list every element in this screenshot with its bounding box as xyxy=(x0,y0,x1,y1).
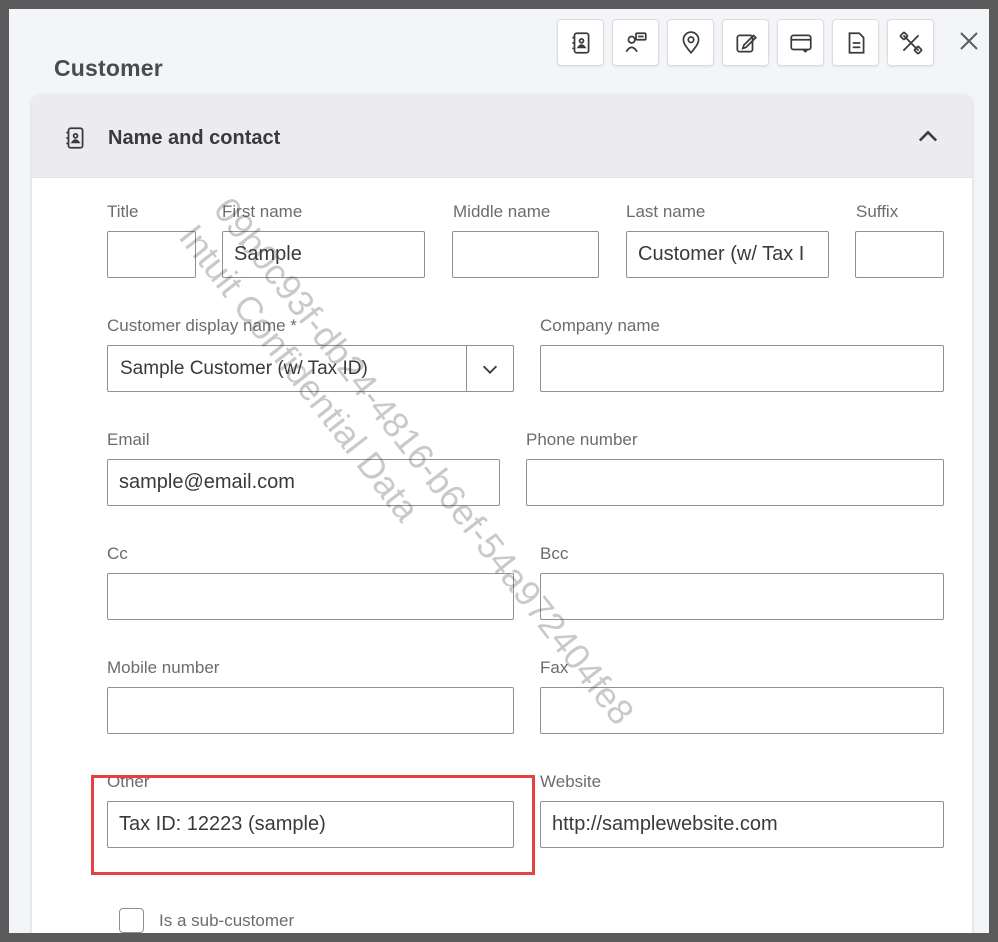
company-name-input[interactable] xyxy=(540,345,944,392)
mobile-number-input[interactable] xyxy=(107,687,514,734)
email-input[interactable] xyxy=(107,459,500,506)
tools-button[interactable] xyxy=(887,19,934,66)
section-header[interactable]: Name and contact xyxy=(32,95,972,178)
chevron-up-icon[interactable] xyxy=(914,123,942,151)
person-chat-button[interactable] xyxy=(612,19,659,66)
cc-label: Cc xyxy=(107,544,128,563)
display-name-value: Sample Customer (w/ Tax ID) xyxy=(120,358,368,379)
page-title: Customer xyxy=(54,55,163,81)
last-name-input[interactable] xyxy=(626,231,829,278)
phone-number-label: Phone number xyxy=(526,430,638,449)
panel-toolbar xyxy=(557,19,942,66)
company-name-label: Company name xyxy=(540,316,661,335)
contact-card-icon xyxy=(66,127,84,149)
phone-number-input[interactable] xyxy=(526,459,944,506)
document-icon xyxy=(848,31,864,54)
display-name-label: Customer display name * xyxy=(107,316,297,335)
first-name-label: First name xyxy=(222,202,303,221)
title-input[interactable] xyxy=(107,231,196,278)
bcc-label: Bcc xyxy=(540,544,569,563)
section-title: Name and contact xyxy=(108,127,281,149)
contact-card-button[interactable] xyxy=(557,19,604,66)
contact-card-icon xyxy=(571,31,589,54)
location-button[interactable] xyxy=(667,19,714,66)
title-label: Title xyxy=(107,202,139,221)
customer-panel: Customer Name and contact Title First na… xyxy=(9,9,989,933)
fax-label: Fax xyxy=(540,658,569,677)
sub-customer-checkbox[interactable] xyxy=(119,908,144,933)
website-label: Website xyxy=(540,772,602,791)
middle-name-label: Middle name xyxy=(453,202,551,221)
payment-card-button[interactable] xyxy=(777,19,824,66)
close-icon xyxy=(960,32,978,50)
website-input[interactable] xyxy=(540,801,944,848)
mobile-number-label: Mobile number xyxy=(107,658,220,677)
last-name-label: Last name xyxy=(626,202,706,221)
edit-note-button[interactable] xyxy=(722,19,769,66)
display-name-select[interactable]: Sample Customer (w/ Tax ID) xyxy=(107,345,514,392)
suffix-label: Suffix xyxy=(856,202,899,221)
email-label: Email xyxy=(107,430,150,449)
cc-input[interactable] xyxy=(107,573,514,620)
person-chat-icon xyxy=(625,31,647,52)
fax-input[interactable] xyxy=(540,687,944,734)
edit-note-icon xyxy=(735,33,757,53)
first-name-input[interactable] xyxy=(222,231,425,278)
document-button[interactable] xyxy=(832,19,879,66)
location-pin-icon xyxy=(682,30,699,54)
middle-name-input[interactable] xyxy=(452,231,599,278)
highlight-box xyxy=(91,775,535,875)
close-button[interactable] xyxy=(955,27,983,55)
tools-icon xyxy=(899,31,922,54)
bcc-input[interactable] xyxy=(540,573,944,620)
sub-customer-label: Is a sub-customer xyxy=(159,911,295,930)
payment-card-icon xyxy=(789,34,812,53)
suffix-input[interactable] xyxy=(855,231,944,278)
chevron-down-icon[interactable] xyxy=(479,358,501,380)
